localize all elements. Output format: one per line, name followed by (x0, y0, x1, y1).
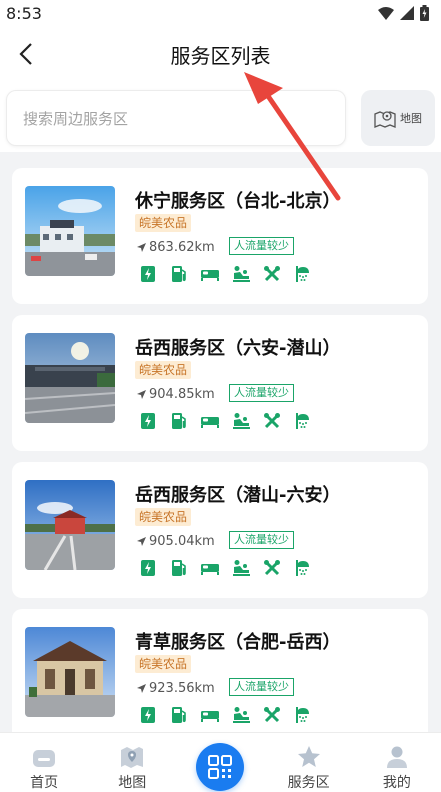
scan-button[interactable] (196, 743, 245, 791)
search-input[interactable] (23, 106, 323, 132)
baby-care-icon (231, 705, 251, 725)
distance: 905.04km (136, 532, 215, 550)
service-area-card[interactable]: 岳西服务区（六安-潜山） 皖美农品 904.85km 人流量较少 (12, 315, 428, 451)
status-time: 8:53 (6, 3, 42, 23)
baby-care-icon (231, 558, 251, 578)
shower-icon (293, 705, 313, 725)
service-area-name: 岳西服务区（六安-潜山） (135, 338, 341, 359)
service-area-photo (25, 186, 115, 276)
distance: 923.56km (136, 679, 215, 697)
facility-icons (138, 411, 313, 431)
nav-item-mine[interactable]: 我的 (353, 733, 441, 792)
repair-icon (262, 264, 282, 284)
map-icon (121, 746, 144, 768)
facility-icons (138, 705, 313, 725)
service-area-card[interactable]: 岳西服务区（潜山-六安） 皖美农品 905.04km 人流量较少 (12, 462, 428, 598)
product-tag: 皖美农品 (135, 214, 192, 232)
status-bar: 8:53 (0, 0, 441, 26)
wifi-icon (378, 6, 394, 20)
traffic-badge: 人流量较少 (229, 237, 294, 255)
fuel-icon (169, 411, 189, 431)
status-icons (378, 5, 429, 21)
navigation-arrow-icon (137, 389, 146, 399)
distance: 904.85km (136, 385, 215, 403)
map-button[interactable]: 地图 (361, 90, 435, 146)
fuel-icon (169, 558, 189, 578)
header: 服务区列表 (0, 26, 441, 84)
charging-icon (138, 264, 158, 284)
baby-care-icon (231, 264, 251, 284)
nav-item-home[interactable]: 首页 (0, 733, 88, 792)
bed-icon (200, 705, 220, 725)
nav-item-map[interactable]: 地图 (88, 733, 176, 792)
service-area-list: 休宁服务区（台北-北京） 皖美农品 863.62km 人流量较少 岳西服务区（六… (12, 168, 428, 756)
product-tag: 皖美农品 (135, 508, 192, 526)
bed-icon (200, 558, 220, 578)
service-area-card[interactable]: 休宁服务区（台北-北京） 皖美农品 863.62km 人流量较少 (12, 168, 428, 304)
map-pin-icon (374, 111, 396, 128)
traffic-badge: 人流量较少 (229, 531, 294, 549)
fuel-icon (169, 705, 189, 725)
fuel-icon (169, 264, 189, 284)
distance-value: 904.85km (149, 386, 215, 402)
product-tag: 皖美农品 (135, 655, 192, 673)
charging-icon (138, 705, 158, 725)
service-area-photo (25, 627, 115, 717)
charging-icon (138, 558, 158, 578)
nav-label-service-area: 服务区 (287, 775, 330, 791)
search-box[interactable] (6, 90, 346, 146)
facility-icons (138, 264, 313, 284)
repair-icon (262, 558, 282, 578)
distance: 863.62km (136, 238, 215, 256)
nav-item-service-area[interactable]: 服务区 (265, 733, 353, 792)
service-area-photo (25, 333, 115, 423)
service-area-name: 青草服务区（合肥-岳西） (135, 632, 341, 653)
nav-item-scan[interactable] (176, 733, 264, 792)
bed-icon (200, 411, 220, 431)
battery-icon (420, 5, 429, 21)
qr-scan-icon (208, 755, 233, 779)
repair-icon (262, 411, 282, 431)
nav-label-mine: 我的 (382, 775, 411, 791)
baby-care-icon (231, 411, 251, 431)
nav-label-map: 地图 (118, 775, 147, 791)
user-icon (386, 746, 407, 768)
distance-value: 923.56km (149, 680, 215, 696)
page-title: 服务区列表 (170, 44, 271, 68)
bottom-nav: 首页 地图 服务区 我的 (0, 732, 441, 792)
signal-icon (400, 6, 414, 20)
service-area-card[interactable]: 青草服务区（合肥-岳西） 皖美农品 923.56km 人流量较少 (12, 609, 428, 745)
distance-value: 905.04km (149, 533, 215, 549)
navigation-arrow-icon (137, 242, 146, 252)
star-icon (297, 745, 320, 767)
nav-label-home: 首页 (30, 775, 59, 791)
charging-icon (138, 411, 158, 431)
home-icon (33, 749, 56, 767)
map-button-label: 地图 (400, 112, 422, 125)
service-area-name: 岳西服务区（潜山-六安） (135, 485, 341, 506)
facility-icons (138, 558, 313, 578)
service-area-name: 休宁服务区（台北-北京） (135, 191, 341, 212)
navigation-arrow-icon (137, 536, 146, 546)
traffic-badge: 人流量较少 (229, 678, 294, 696)
bed-icon (200, 264, 220, 284)
traffic-badge: 人流量较少 (229, 384, 294, 402)
product-tag: 皖美农品 (135, 361, 192, 379)
shower-icon (293, 411, 313, 431)
shower-icon (293, 264, 313, 284)
repair-icon (262, 705, 282, 725)
distance-value: 863.62km (149, 239, 215, 255)
navigation-arrow-icon (137, 683, 146, 693)
shower-icon (293, 558, 313, 578)
service-area-photo (25, 480, 115, 570)
search-row: 地图 (0, 84, 441, 152)
